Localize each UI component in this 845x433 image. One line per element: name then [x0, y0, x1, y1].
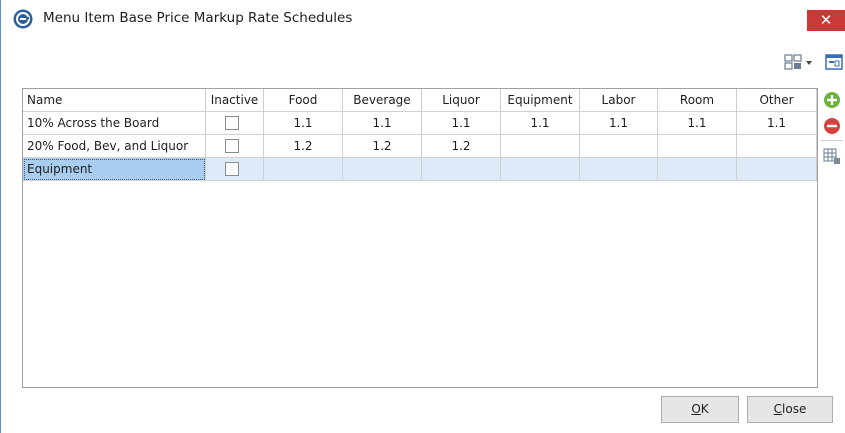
liquor-cell[interactable]: 1.1	[422, 112, 501, 135]
room-cell[interactable]	[658, 135, 737, 158]
inactive-cell	[206, 158, 264, 181]
column-header-labor[interactable]: Labor	[580, 89, 658, 112]
inactive-cell	[206, 112, 264, 135]
column-header-other[interactable]: Other	[737, 89, 817, 112]
close-window-button[interactable]: ✕	[807, 10, 845, 31]
name-cell[interactable]: 10% Across the Board	[23, 112, 206, 135]
other-cell[interactable]: 1.1	[737, 112, 817, 135]
beverage-cell[interactable]: 1.2	[343, 135, 422, 158]
column-header-room[interactable]: Room	[658, 89, 737, 112]
name-cell[interactable]: Equipment	[23, 158, 206, 181]
column-header-liquor[interactable]: Liquor	[422, 89, 501, 112]
equipment-cell[interactable]	[501, 158, 580, 181]
inactive-checkbox[interactable]	[225, 139, 239, 153]
food-cell[interactable]: 1.2	[264, 135, 343, 158]
column-header-beverage[interactable]: Beverage	[343, 89, 422, 112]
ok-mnemonic: O	[691, 402, 701, 416]
side-divider	[821, 140, 843, 141]
close-mnemonic: C	[773, 402, 783, 416]
liquor-cell[interactable]	[422, 158, 501, 181]
beverage-cell[interactable]: 1.1	[343, 112, 422, 135]
remove-row-icon[interactable]	[823, 117, 841, 135]
column-header-inactive[interactable]: Inactive	[206, 89, 264, 112]
room-cell[interactable]: 1.1	[658, 112, 737, 135]
dropdown-arrow-icon[interactable]	[804, 52, 814, 72]
equipment-cell[interactable]	[501, 135, 580, 158]
column-header-name[interactable]: Name	[23, 89, 206, 112]
room-cell[interactable]	[658, 158, 737, 181]
food-cell[interactable]	[264, 158, 343, 181]
labor-cell[interactable]	[580, 158, 658, 181]
equipment-cell[interactable]: 1.1	[501, 112, 580, 135]
column-header-equipment[interactable]: Equipment	[501, 89, 580, 112]
other-cell[interactable]	[737, 158, 817, 181]
form-view-icon[interactable]	[823, 52, 845, 72]
window-title: Menu Item Base Price Markup Rate Schedul…	[43, 10, 353, 26]
labor-cell[interactable]: 1.1	[580, 112, 658, 135]
food-cell[interactable]: 1.1	[264, 112, 343, 135]
beverage-cell[interactable]	[343, 158, 422, 181]
close-button[interactable]: Close	[747, 396, 833, 423]
labor-cell[interactable]	[580, 135, 658, 158]
inactive-cell	[206, 135, 264, 158]
layout-chooser-icon[interactable]	[783, 52, 805, 72]
close-label: lose	[782, 402, 807, 416]
app-logo-icon	[13, 9, 33, 29]
grid-settings-icon[interactable]	[823, 147, 841, 165]
column-header-food[interactable]: Food	[264, 89, 343, 112]
name-cell[interactable]: 20% Food, Bev, and Liquor	[23, 135, 206, 158]
ok-label: K	[700, 402, 709, 416]
other-cell[interactable]	[737, 135, 817, 158]
dialog-window: Menu Item Base Price Markup Rate Schedul…	[0, 0, 845, 433]
liquor-cell[interactable]: 1.2	[422, 135, 501, 158]
title-bar[interactable]: Menu Item Base Price Markup Rate Schedul…	[1, 0, 845, 40]
ok-button[interactable]: OK	[661, 396, 739, 423]
markup-schedule-grid[interactable]: Name Inactive Food Beverage Liquor Equip…	[22, 88, 818, 388]
inactive-checkbox[interactable]	[225, 162, 239, 176]
add-row-icon[interactable]	[823, 91, 841, 109]
inactive-checkbox[interactable]	[225, 116, 239, 130]
